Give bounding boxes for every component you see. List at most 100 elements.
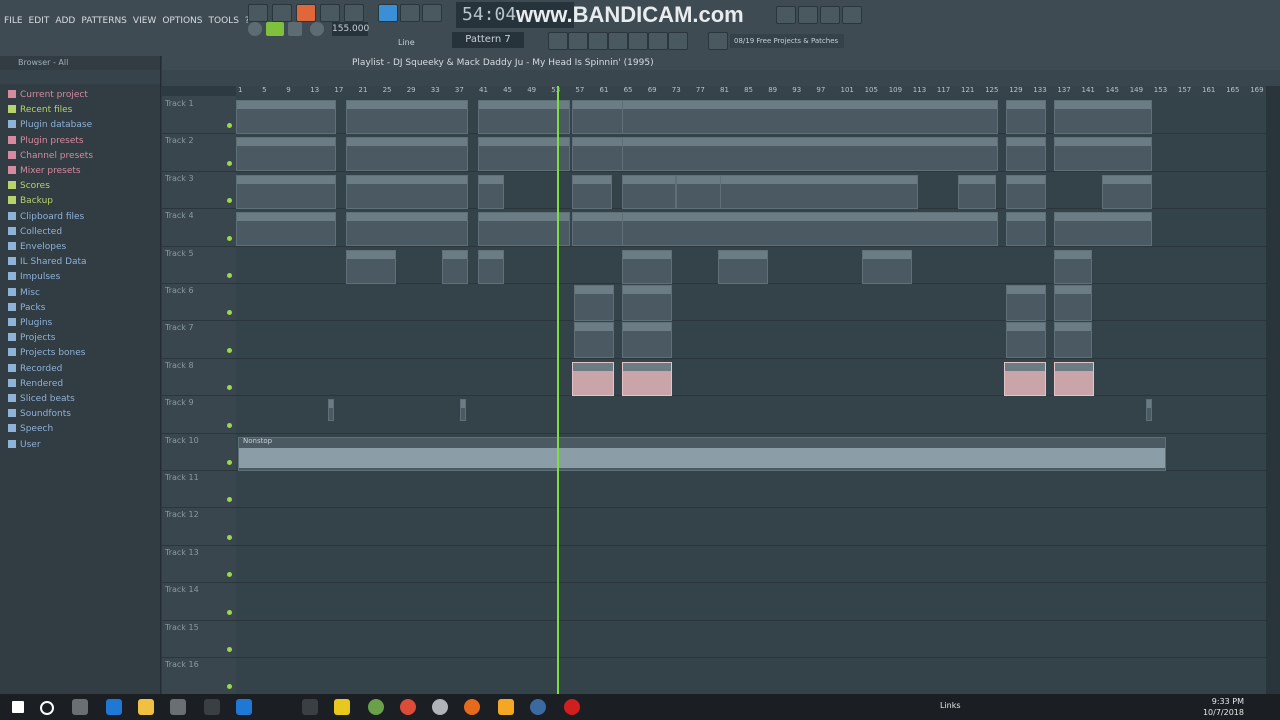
track-lane[interactable] <box>236 358 1266 397</box>
playlist-button[interactable] <box>548 32 568 50</box>
browser-tools[interactable] <box>0 70 160 84</box>
metronome-button[interactable] <box>272 4 292 22</box>
chrome-alt-icon[interactable] <box>368 699 384 715</box>
browser-item[interactable]: Mixer presets <box>8 164 158 178</box>
track-header[interactable]: Track 14 <box>162 582 236 621</box>
track-mute-led[interactable] <box>227 422 232 428</box>
track-header[interactable]: Track 1 <box>162 96 236 135</box>
menu-item[interactable]: FILE <box>4 16 23 30</box>
pattern-clip[interactable] <box>236 137 336 172</box>
browser-item[interactable]: Plugins <box>8 316 158 330</box>
chrome-icon[interactable] <box>400 699 416 715</box>
track-header[interactable]: Track 16 <box>162 657 236 696</box>
pattern-clip[interactable] <box>1004 361 1046 396</box>
pattern-clip[interactable] <box>1054 285 1092 321</box>
pattern-clip[interactable] <box>1054 249 1092 284</box>
track-mute-led[interactable] <box>227 534 232 540</box>
track-mute-led[interactable] <box>227 385 232 391</box>
task-view-icon[interactable] <box>72 699 88 715</box>
browser-item[interactable]: Recent files <box>8 103 158 117</box>
mic-icon[interactable] <box>820 6 840 24</box>
track-mute-led[interactable] <box>227 123 232 129</box>
track-mute-led[interactable] <box>227 310 232 316</box>
pattern-clip[interactable] <box>1006 137 1046 172</box>
playlist-ruler[interactable]: 1 5 9 13 17 21 25 29 33 37 41 45 49 53 57 61 65 69 73 77 81 8… <box>236 86 1266 96</box>
pattern-song-toggle[interactable] <box>248 4 268 22</box>
browser-item[interactable]: Projects <box>8 331 158 345</box>
mixer-icon[interactable] <box>608 32 628 50</box>
pattern-clip[interactable] <box>622 249 672 284</box>
play-button[interactable] <box>266 22 284 36</box>
pattern-clip[interactable] <box>1006 285 1046 321</box>
track-mute-led[interactable] <box>227 347 232 353</box>
pattern-clip[interactable] <box>622 137 998 172</box>
snap-select[interactable]: Line <box>398 38 442 50</box>
pattern-clip[interactable] <box>1146 399 1152 422</box>
pattern-clip[interactable] <box>1006 212 1046 247</box>
browser-item[interactable]: Misc <box>8 286 158 300</box>
track-lane[interactable] <box>236 657 1266 694</box>
windows-start-icon[interactable] <box>12 701 24 713</box>
pattern-clip[interactable] <box>572 100 624 134</box>
menu-item[interactable]: ADD <box>55 16 75 30</box>
tools-icon[interactable] <box>798 6 818 24</box>
browser-item[interactable]: Collected <box>8 225 158 239</box>
track-header[interactable]: Track 7 <box>162 320 236 359</box>
pattern-clip[interactable] <box>1102 174 1152 209</box>
piano-roll-button[interactable] <box>568 32 588 50</box>
pattern-clip[interactable] <box>718 249 768 284</box>
browser-item[interactable]: Impulses <box>8 270 158 284</box>
browser-item[interactable]: Soundfonts <box>8 407 158 421</box>
track-mute-led[interactable] <box>227 235 232 241</box>
store-icon[interactable] <box>170 699 186 715</box>
pattern-clip[interactable] <box>572 137 624 172</box>
firefox-icon[interactable] <box>464 699 480 715</box>
sticky-notes-icon[interactable] <box>334 699 350 715</box>
track-mute-led[interactable] <box>227 272 232 278</box>
pattern-clip[interactable] <box>1006 322 1046 359</box>
track-mute-led[interactable] <box>227 609 232 615</box>
help-icon[interactable] <box>842 6 862 24</box>
playlist-grid[interactable]: Nonstop <box>236 96 1266 694</box>
browser-item[interactable]: Projects bones <box>8 346 158 360</box>
plugin-picker-button[interactable] <box>648 32 668 50</box>
track-mute-led[interactable] <box>227 198 232 204</box>
browser-item[interactable]: Rendered <box>8 377 158 391</box>
track-lane[interactable] <box>236 470 1266 509</box>
track-mute-led[interactable] <box>227 684 232 690</box>
track-header[interactable]: Track 15 <box>162 620 236 658</box>
pattern-clip[interactable] <box>622 361 672 396</box>
lightbulb-icon[interactable] <box>204 699 220 715</box>
track-header[interactable]: Track 4 <box>162 208 236 247</box>
browser-item[interactable]: Speech <box>8 422 158 436</box>
menu-item[interactable]: VIEW <box>133 16 156 30</box>
playlist-toolbar[interactable] <box>162 70 1280 86</box>
steam-icon[interactable] <box>302 699 318 715</box>
browser-item[interactable]: IL Shared Data <box>8 255 158 269</box>
track-header[interactable]: Track 12 <box>162 507 236 546</box>
pattern-clip[interactable] <box>622 285 672 321</box>
edge-icon[interactable] <box>106 699 122 715</box>
pattern-selector[interactable]: Pattern 7 <box>452 32 524 48</box>
pattern-clip[interactable] <box>862 249 912 284</box>
track-lane[interactable] <box>236 283 1266 322</box>
pattern-clip[interactable] <box>622 212 998 247</box>
pattern-clip[interactable] <box>478 174 504 209</box>
pattern-clip[interactable] <box>574 285 614 321</box>
loop-icon[interactable] <box>248 22 262 36</box>
menu-item[interactable]: PATTERNS <box>81 16 127 30</box>
record-button[interactable] <box>310 22 324 36</box>
track-header[interactable]: Track 13 <box>162 545 236 584</box>
pattern-clip[interactable] <box>572 212 624 247</box>
track-lane[interactable] <box>236 395 1266 434</box>
menu-item[interactable]: OPTIONS <box>162 16 202 30</box>
pattern-clip[interactable] <box>622 100 998 134</box>
browser-item[interactable]: Envelopes <box>8 240 158 254</box>
itunes-icon[interactable] <box>432 699 448 715</box>
mixer-button[interactable] <box>422 4 442 22</box>
pattern-clip[interactable] <box>1054 212 1152 247</box>
pattern-clip[interactable] <box>1054 137 1152 172</box>
browser-item[interactable]: Channel presets <box>8 149 158 163</box>
track-header[interactable]: Track 6 <box>162 283 236 322</box>
track-mute-led[interactable] <box>227 459 232 465</box>
